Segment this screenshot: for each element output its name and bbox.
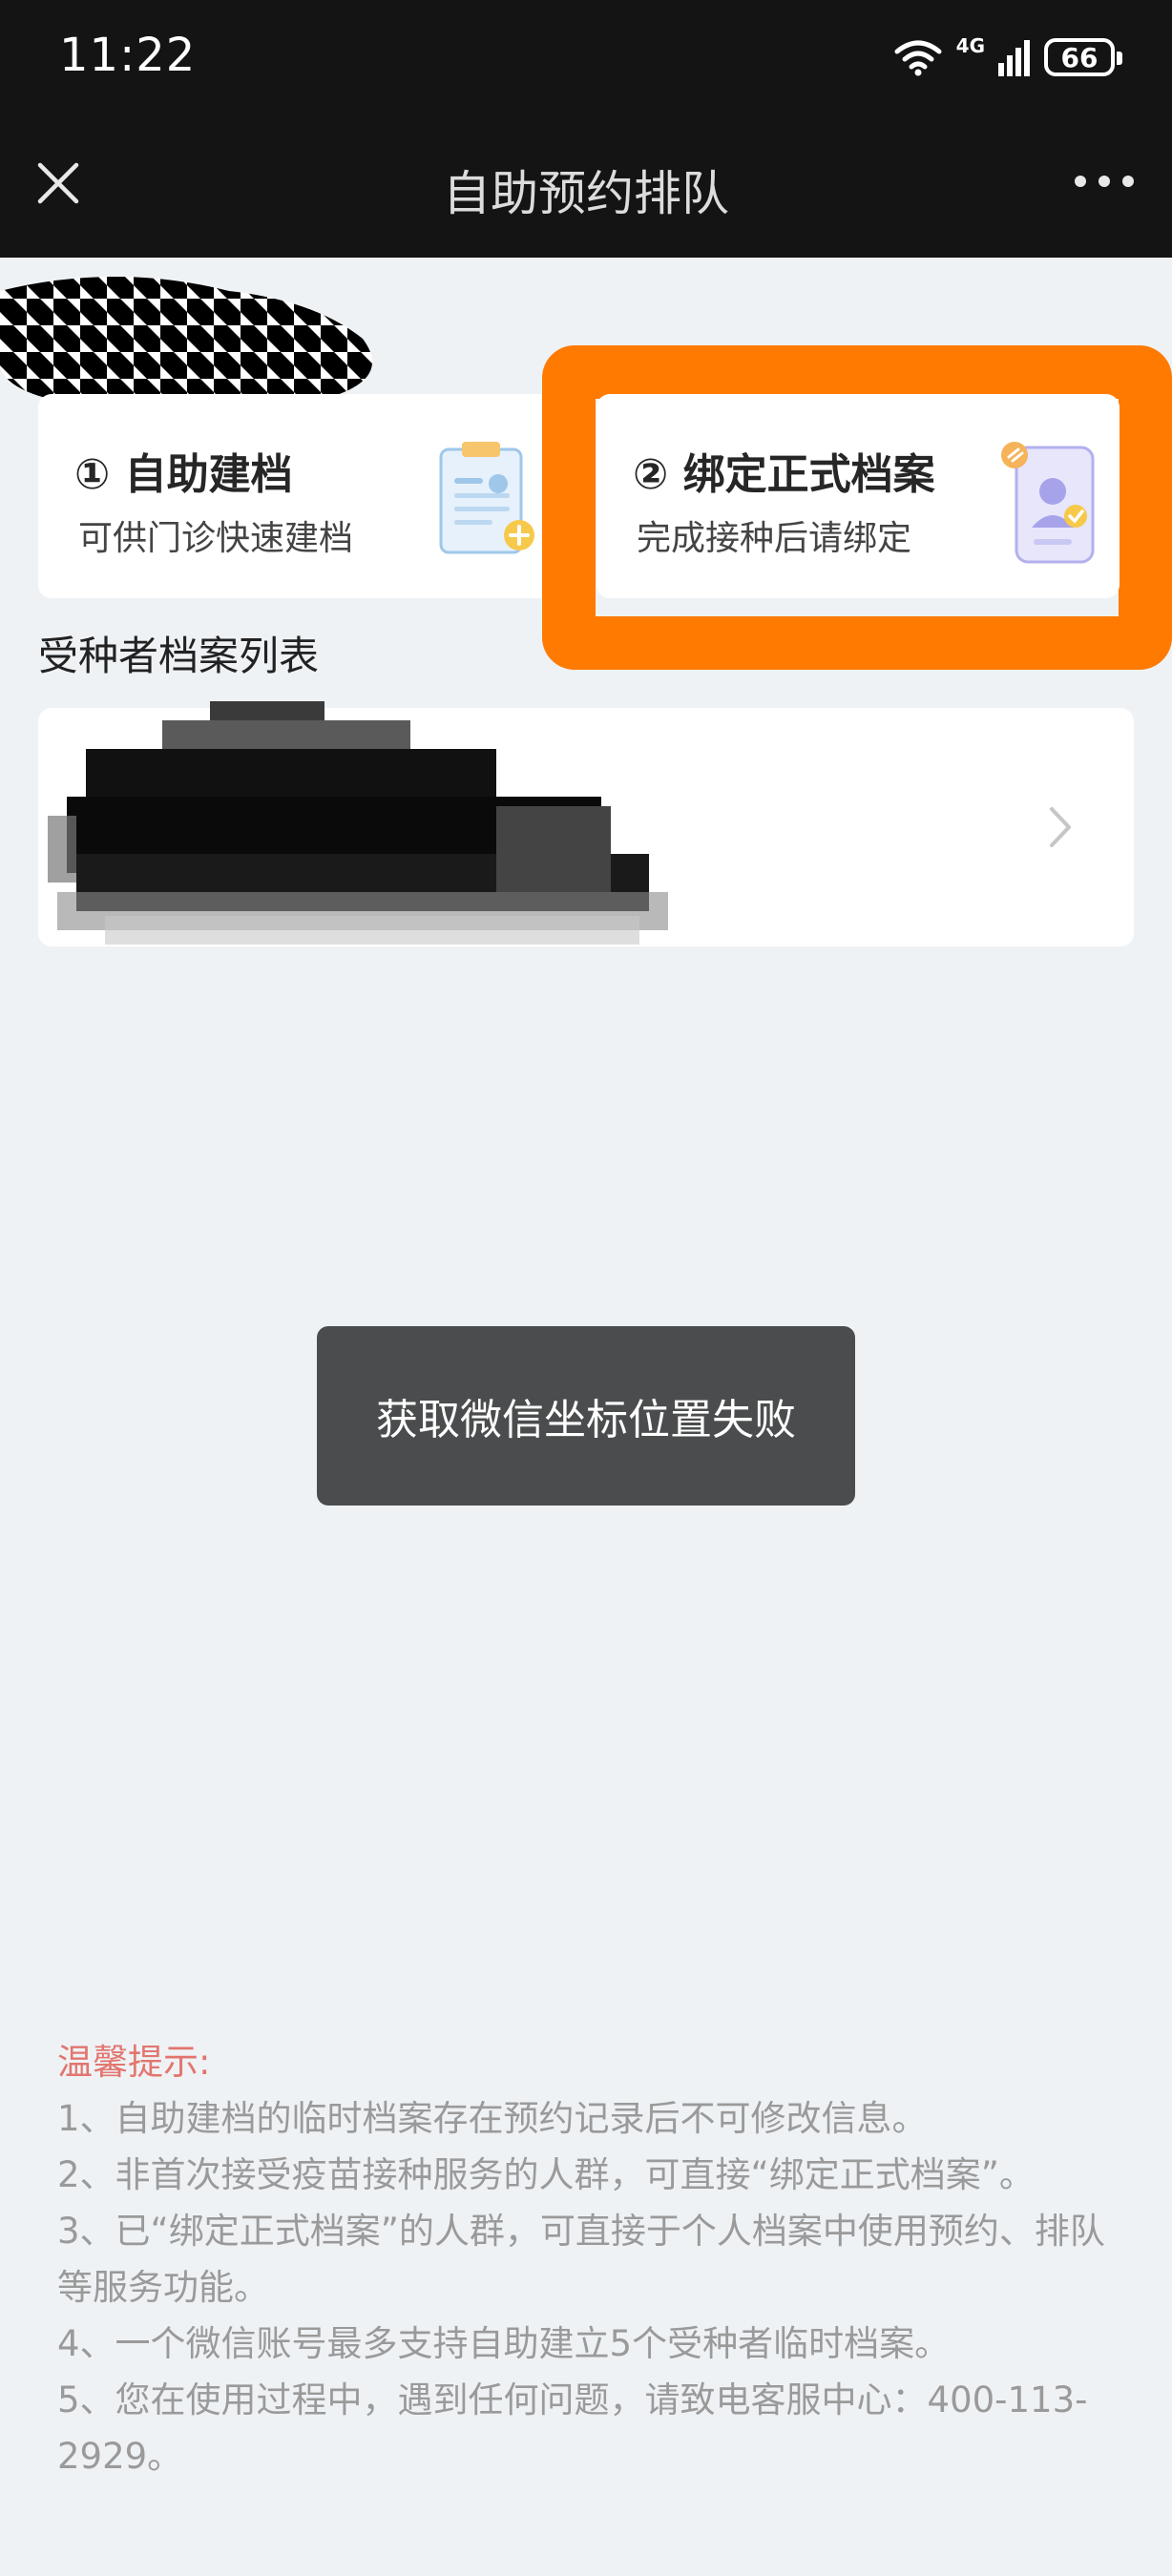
signal-icon xyxy=(998,40,1030,76)
wifi-icon xyxy=(894,40,942,76)
tip-item: 5、您在使用过程中，遇到任何问题，请致电客服中心：400-113-2929。 xyxy=(57,2379,1088,2477)
status-icons: 4G 66 xyxy=(893,32,1122,82)
tip-item: 4、一个微信账号最多支持自助建立5个受种者临时档案。 xyxy=(57,2323,951,2364)
tips-section: 温馨提示: 1、自助建档的临时档案存在预约记录后不可修改信息。 2、非首次接受疫… xyxy=(57,2034,1107,2484)
status-time: 11:22 xyxy=(59,29,197,82)
tip-item: 1、自助建档的临时档案存在预约记录后不可修改信息。 xyxy=(57,2098,928,2139)
nav-bar: 自助预约排队 xyxy=(0,119,1172,258)
self-create-record-card[interactable]: ① 自助建档 可供门诊快速建档 xyxy=(38,394,554,598)
card-title: ② 绑定正式档案 xyxy=(633,450,935,499)
battery-icon: 66 xyxy=(1044,38,1122,76)
phone-profile-check-icon xyxy=(1001,442,1095,564)
toast-message: 获取微信坐标位置失败 xyxy=(317,1326,855,1506)
bind-official-record-card[interactable]: ② 绑定正式档案 完成接种后请绑定 xyxy=(596,394,1120,598)
records-section-title: 受种者档案列表 xyxy=(38,633,320,679)
clipboard-add-icon xyxy=(439,442,534,554)
more-icon[interactable] xyxy=(1071,167,1138,196)
card-subtitle: 完成接种后请绑定 xyxy=(637,519,912,558)
network-type: 4G xyxy=(955,34,985,57)
tips-title: 温馨提示: xyxy=(57,2042,211,2083)
status-bar: 11:22 4G 66 xyxy=(0,0,1172,119)
chevron-right-icon xyxy=(1050,807,1071,847)
card-subtitle: 可供门诊快速建档 xyxy=(78,519,354,558)
tip-item: 3、已“绑定正式档案”的人群，可直接于个人档案中使用预约、排队等服务功能。 xyxy=(57,2211,1105,2308)
redacted-record-name xyxy=(48,701,668,945)
tip-item: 2、非首次接受疫苗接种服务的人群，可直接“绑定正式档案”。 xyxy=(57,2154,1035,2195)
battery-level: 66 xyxy=(1060,41,1099,73)
page-title: 自助预约排队 xyxy=(443,166,729,221)
card-title: ① 自助建档 xyxy=(74,450,293,499)
